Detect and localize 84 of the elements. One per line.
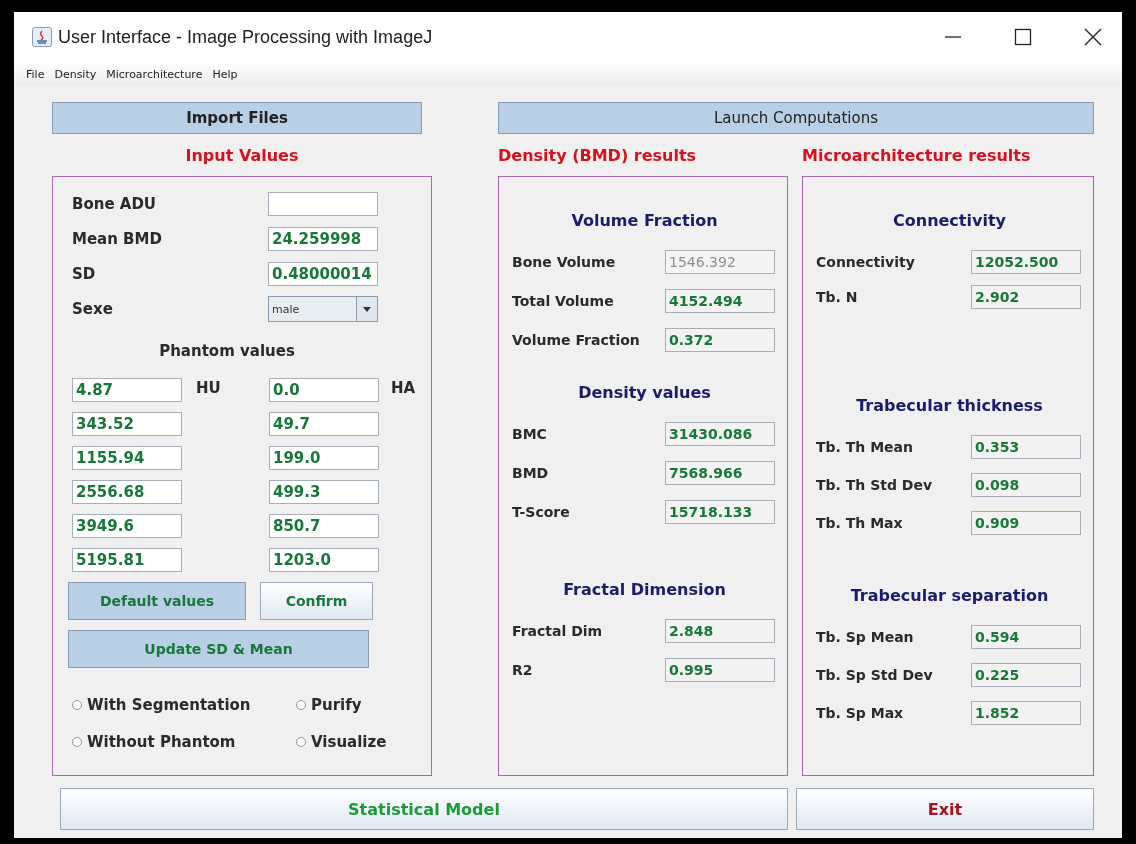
output-field[interactable]: 0.594 [971, 625, 1081, 649]
button[interactable]: Confirm [260, 582, 373, 620]
input-field[interactable]: 499.3 [269, 480, 379, 504]
input-field[interactable]: 1203.0 [269, 548, 379, 572]
output-field[interactable]: 15718.133 [665, 500, 775, 524]
input-field[interactable] [268, 192, 378, 216]
section-heading: Density values [577, 383, 712, 402]
input-field[interactable]: 0.48000014 [268, 262, 378, 286]
input-field[interactable]: 49.7 [269, 412, 379, 436]
close-icon[interactable] [1084, 28, 1102, 46]
field-label: SD [72, 265, 97, 283]
output-field[interactable]: 0.353 [971, 435, 1081, 459]
input-field[interactable]: 2556.68 [72, 480, 182, 504]
button[interactable]: Exit [796, 788, 1094, 830]
column-heading: Microarchitecture results [802, 145, 1031, 165]
field-label: Tb. Th Max [816, 515, 904, 531]
output-field[interactable]: 0.225 [971, 663, 1081, 687]
field-label: Fractal Dim [512, 623, 604, 639]
button[interactable]: Statistical Model [60, 788, 788, 830]
section-heading: Trabecular separation [849, 586, 1050, 605]
section-heading: Volume Fraction [570, 211, 719, 230]
input-field[interactable]: 343.52 [72, 412, 182, 436]
input-field[interactable]: 5195.81 [72, 548, 182, 572]
field-label: T-Score [512, 504, 571, 520]
output-field[interactable]: 12052.500 [971, 250, 1081, 274]
unit-label: HU [195, 378, 222, 398]
field-label: Tb. Th Std Dev [816, 477, 934, 493]
column-heading: Density (BMD) results [498, 145, 698, 165]
input-field[interactable]: 1155.94 [72, 446, 182, 470]
unit-label: HA [390, 378, 417, 398]
field-label: Tb. Sp Std Dev [816, 667, 934, 683]
output-field[interactable]: 2.902 [971, 285, 1081, 309]
input-field[interactable]: 850.7 [269, 514, 379, 538]
field-label: Mean BMD [72, 230, 163, 248]
radio-button[interactable]: Without Phantom [72, 731, 296, 752]
input-field[interactable]: 24.259998 [268, 227, 378, 251]
button[interactable]: Default values [68, 582, 246, 620]
output-field[interactable]: 0.372 [665, 328, 775, 352]
menu-item[interactable]: Density [54, 67, 97, 81]
output-field[interactable]: 1.852 [971, 701, 1081, 725]
radio-button[interactable]: With Segmentation [72, 694, 296, 715]
dropdown[interactable]: male [268, 296, 378, 322]
field-label: Connectivity [816, 254, 916, 270]
output-field[interactable]: 4152.494 [665, 289, 775, 313]
field-label: BMC [512, 426, 548, 442]
menu-item[interactable]: Microarchitecture [106, 67, 203, 81]
field-label: Volume Fraction [512, 332, 641, 348]
menu-item[interactable]: Help [212, 67, 238, 81]
input-field[interactable]: 4.87 [72, 378, 182, 402]
menu-item[interactable]: File [26, 67, 45, 81]
input-field[interactable]: 199.0 [269, 446, 379, 470]
field-label: Bone Volume [512, 254, 617, 270]
app-icon [32, 27, 52, 47]
column-heading: Input Values [184, 145, 300, 165]
field-label: Tb. Sp Max [816, 705, 905, 721]
section-heading: Connectivity [892, 211, 1007, 230]
section-heading: Fractal Dimension [562, 580, 727, 599]
output-field[interactable]: 0.995 [665, 658, 775, 682]
radio-button[interactable]: Purify [296, 694, 416, 715]
input-field[interactable]: 3949.6 [72, 514, 182, 538]
field-label: R2 [512, 662, 534, 678]
output-field[interactable]: 0.909 [971, 511, 1081, 535]
field-label: BMD [512, 465, 550, 481]
button[interactable]: Import Files [52, 102, 422, 134]
section-heading: Phantom values [158, 342, 296, 360]
input-field[interactable]: 0.0 [269, 378, 379, 402]
section-heading: Trabecular thickness [855, 396, 1044, 415]
button[interactable]: Launch Computations [498, 102, 1094, 134]
maximize-icon[interactable] [1014, 28, 1032, 46]
output-field[interactable]: 2.848 [665, 619, 775, 643]
output-field[interactable]: 7568.966 [665, 461, 775, 485]
field-label: Total Volume [512, 293, 615, 309]
output-field[interactable]: 31430.086 [665, 422, 775, 446]
window-title: User Interface - Image Processing with ImageJ [58, 26, 433, 48]
field-label: Tb. N [816, 289, 859, 305]
field-label: Tb. Sp Mean [816, 629, 915, 645]
field-label: Bone ADU [72, 195, 158, 213]
output-field[interactable]: 0.098 [971, 473, 1081, 497]
dropdown-value: male [271, 302, 301, 316]
caret-icon [356, 297, 377, 321]
field-label: Tb. Th Mean [816, 439, 914, 455]
radio-button[interactable]: Visualize [296, 731, 416, 752]
field-label: Sexe [72, 300, 114, 318]
button[interactable]: Update SD & Mean [68, 630, 369, 668]
